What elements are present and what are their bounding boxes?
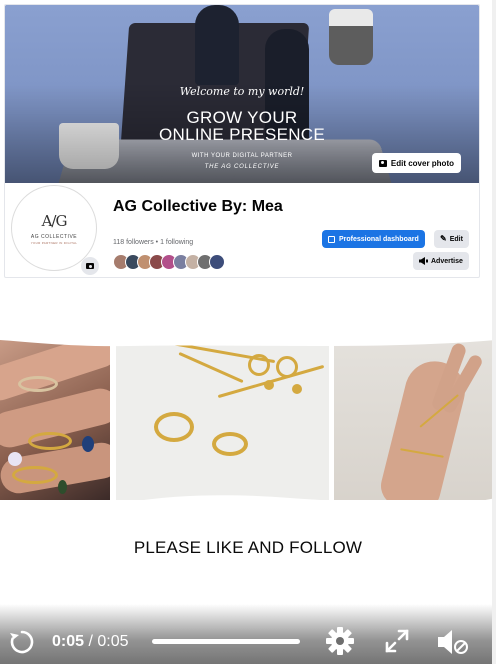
avatar-monogram: A/G — [41, 211, 68, 230]
megaphone-icon — [419, 257, 428, 265]
avatar-brand-sub: YOUR PARTNER IN DIGITAL — [30, 240, 78, 245]
ring — [28, 432, 72, 450]
professional-dashboard-button[interactable]: Professional dashboard — [322, 230, 425, 248]
dashboard-icon — [328, 235, 335, 243]
ring — [18, 376, 58, 392]
top-wave-shape — [0, 282, 496, 347]
jewelry-collage — [0, 282, 496, 548]
cover-welcome-text: Welcome to my world! — [179, 85, 305, 98]
heart-charm — [264, 380, 274, 390]
duration: 0:05 — [97, 633, 129, 650]
video-caption: PLEASE LIKE AND FOLLOW — [133, 538, 363, 557]
follower-avatar[interactable] — [209, 254, 225, 270]
avatar-brand: AG COLLECTIVE — [30, 233, 78, 240]
edit-cover-photo-button[interactable]: Edit cover photo — [371, 153, 461, 173]
edit-page-button[interactable]: ✎ Edit — [434, 230, 469, 248]
video-frame: Welcome to my world! GROW YOUR ONLINE PR… — [0, 0, 496, 664]
fullscreen-icon[interactable] — [384, 628, 410, 654]
time-separator: / — [88, 633, 93, 650]
video-controls: 0:05 / 0:05 — [0, 604, 496, 664]
opal-gem — [8, 452, 22, 466]
gear-icon[interactable] — [325, 626, 355, 656]
advertise-label: Advertise — [431, 257, 463, 265]
follower-avatars[interactable] — [113, 254, 225, 270]
scrollbar[interactable] — [492, 0, 496, 664]
page-title[interactable]: AG Collective By: Mea — [113, 197, 283, 216]
advertise-button[interactable]: Advertise — [413, 252, 469, 270]
cover-headline-line2: ONLINE PRESENCE — [158, 125, 326, 144]
speaker-muted-icon[interactable] — [436, 628, 470, 656]
cover-headline-line1: GROW YOUR — [186, 108, 298, 127]
update-profile-picture-button[interactable] — [81, 257, 99, 275]
heart-charm — [292, 384, 302, 394]
twisted-ring — [212, 432, 248, 456]
playback-time: 0:05 / 0:05 — [52, 633, 129, 651]
pencil-icon: ✎ — [440, 234, 447, 243]
camera-icon — [86, 263, 94, 269]
professional-dashboard-label: Professional dashboard — [339, 235, 419, 243]
signet-ring — [154, 412, 194, 442]
current-time: 0:05 — [52, 633, 85, 650]
replay-icon[interactable] — [8, 628, 36, 656]
progress-bar[interactable] — [152, 639, 300, 644]
edit-cover-photo-label: Edit cover photo — [390, 158, 454, 168]
facebook-page-card: Welcome to my world! GROW YOUR ONLINE PR… — [4, 4, 480, 278]
edit-page-label: Edit — [449, 235, 463, 243]
blue-gem — [82, 436, 94, 452]
cover-photo: Welcome to my world! GROW YOUR ONLINE PR… — [5, 5, 479, 183]
cover-headline: GROW YOUR ONLINE PRESENCE — [5, 109, 479, 143]
followers-count[interactable]: 118 followers • 1 following — [113, 239, 193, 246]
camera-icon — [378, 159, 387, 167]
